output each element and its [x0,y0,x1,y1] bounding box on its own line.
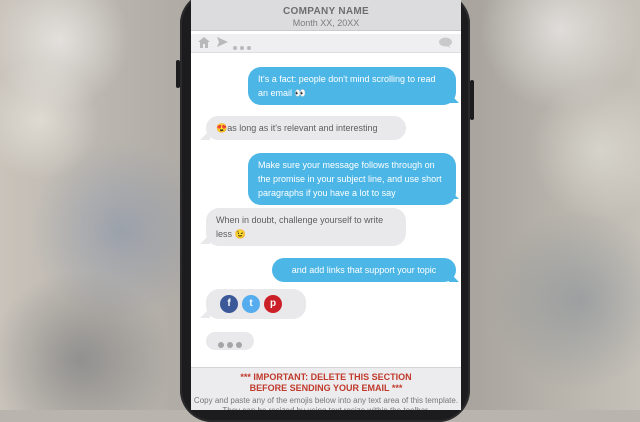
phone-screen: COMPANY NAME Month XX, 20XX It's a fact:… [191,0,461,410]
home-icon[interactable] [198,37,210,51]
more-dots-icon[interactable] [233,41,251,53]
instructions-footer: *** IMPORTANT: DELETE THIS SECTION BEFOR… [191,367,461,410]
message-text: Make sure your message follows through o… [258,160,442,198]
social-links-bubble: f t p [206,289,306,319]
conversation: It's a fact: people don't mind scrolling… [191,53,461,365]
phone-volume-button [176,60,180,88]
typing-dot [227,342,233,348]
message-incoming: When in doubt, challenge yourself to wri… [206,208,406,246]
heart-eyes-emoji: 😍 [216,123,228,133]
email-date: Month XX, 20XX [292,18,360,28]
bubble-tail [200,308,210,318]
typing-indicator [206,332,254,350]
wink-emoji: 😉 [234,229,246,239]
facebook-icon[interactable]: f [220,295,238,313]
delete-warning-line-1: *** IMPORTANT: DELETE THIS SECTION [240,372,412,382]
typing-dot [236,342,242,348]
bubble-tail [200,130,210,140]
eyes-emoji: 👀 [294,88,306,98]
chat-bubble-icon[interactable] [439,37,452,51]
message-toolbar [191,34,461,53]
pinterest-icon[interactable]: p [264,295,282,313]
typing-dot [218,342,224,348]
message-text: as long as it's relevant and interesting [227,123,378,133]
message-outgoing: and add links that support your topic [272,258,456,282]
message-text: It's a fact: people don't mind scrolling… [258,74,436,98]
message-outgoing: Make sure your message follows through o… [248,153,456,205]
phone-power-button [470,80,474,120]
message-text: and add links that support your topic [291,265,437,275]
twitter-icon[interactable]: t [242,295,260,313]
bubble-tail [200,234,210,244]
send-icon[interactable] [217,37,228,50]
delete-warning-line-2: BEFORE SENDING YOUR EMAIL *** [249,383,403,393]
message-outgoing: It's a fact: people don't mind scrolling… [248,67,456,105]
emoji-instructions: Copy and paste any of the emojis below i… [193,396,459,410]
message-incoming: 😍as long as it's relevant and interestin… [206,116,406,140]
company-name: COMPANY NAME [282,6,369,17]
email-header: COMPANY NAME Month XX, 20XX [191,0,461,31]
